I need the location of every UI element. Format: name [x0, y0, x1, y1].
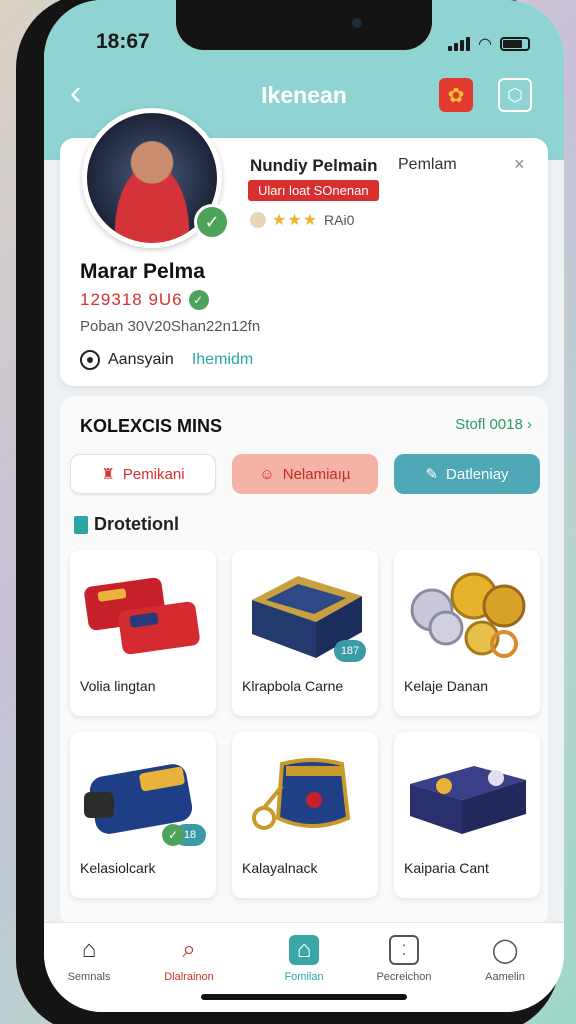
nav-item-aamelin[interactable]: ◯ Aamelin: [460, 935, 550, 984]
collection-title: KOLEXCIS MINS: [80, 416, 223, 436]
phone-frame: 18:67 ◠ ‹ Ikenean ✿ ⬡ ✓ Nundiy Pelmain P…: [16, 0, 564, 1024]
rating-text: RAi0: [324, 212, 355, 228]
tag-icon: ✎: [425, 466, 439, 483]
filter-chips: ♜ Pemikani ☺ Nelamiaıµ ✎ Datleniay: [70, 454, 540, 494]
radio-icon[interactable]: [80, 350, 100, 370]
profile-row-link[interactable]: Ihemidm: [192, 351, 253, 369]
profile-details: Poban 30V20Shan22n12fn: [80, 318, 261, 335]
status-badge: Uları loat SOnenan: [248, 180, 379, 201]
item-name: Kelasiolcark: [80, 860, 156, 876]
crown-icon: [252, 758, 351, 830]
chip-label: Pemikani: [122, 465, 185, 483]
camera-icon: [352, 18, 362, 28]
item-name: Kaiparia Cant: [404, 860, 489, 876]
nav-label: Aamelin: [485, 971, 525, 983]
chip-nelamiaiu[interactable]: ☺ Nelamiaıµ: [232, 454, 378, 494]
nav-item-dlalrainon[interactable]: ⌕ Dlalrainon: [144, 935, 234, 983]
chip-label: Datleniay: [446, 465, 509, 483]
coins-icon: [410, 572, 526, 658]
smile-icon: ☺: [259, 465, 275, 483]
wifi-icon: ◠: [478, 36, 492, 53]
item-grid: Volia lingtan 187 Klrapbola Carne Kelaje…: [70, 550, 540, 898]
check-icon: ✓: [188, 290, 209, 310]
profile-name-top: Nundiy Pelmain: [250, 156, 378, 175]
chip-datleniay[interactable]: ✎ Datleniay: [394, 454, 540, 494]
signal-icon: [448, 37, 471, 51]
section-label-text: Drotetionl: [94, 514, 179, 534]
notch: [176, 0, 432, 50]
item-name: Volia lingtan: [80, 678, 156, 694]
profile-row-label: Aansyain: [108, 351, 174, 368]
item-card[interactable]: 18 ✓ Kelasiolcark: [70, 732, 216, 898]
item-name: Klrapbola Carne: [242, 678, 344, 694]
nav-label: Fomilan: [284, 971, 324, 983]
check-icon: ✓: [162, 824, 184, 846]
home-active-icon: ⌂: [289, 935, 319, 965]
red-cases-icon: [84, 577, 200, 655]
rating-dot-icon: [250, 212, 266, 228]
nav-label: Semnals: [67, 971, 111, 983]
profile-side-label: Pemlam: [398, 156, 457, 173]
item-card[interactable]: Volia lingtan: [70, 550, 216, 716]
status-time: 18:67: [96, 30, 150, 53]
section-label: Drotetionl: [74, 514, 179, 535]
box-icon[interactable]: ⬡: [498, 78, 532, 112]
count-badge: 187: [334, 640, 366, 662]
square-face-icon: ⁚: [389, 935, 419, 965]
home-icon: ⌂: [81, 936, 97, 963]
item-name: Kalayalnack: [242, 860, 318, 876]
profile-name: Marar Pelma: [80, 260, 205, 283]
item-card[interactable]: 187 Klrapbola Carne: [232, 550, 378, 716]
profile-id-text: 129318 9U6: [80, 290, 183, 309]
battery-icon: [500, 37, 530, 51]
app-title: Ikenean: [261, 82, 347, 108]
home-indicator[interactable]: [201, 994, 407, 1000]
item-card[interactable]: Kelaje Danan: [394, 550, 540, 716]
rating: ★★★ RAi0: [250, 210, 354, 230]
bookmark-icon: [74, 515, 88, 534]
trophy-icon: ♜: [101, 466, 115, 483]
see-all-link[interactable]: Stofl 0018 ›: [455, 416, 532, 433]
profile-card: ✓ Nundiy Pelmain Pemlam × Uları loat SOn…: [60, 108, 548, 386]
nav-label: Dlalrainon: [164, 971, 214, 983]
person-icon: ◯: [491, 936, 519, 964]
chip-label: Nelamiaıµ: [282, 465, 351, 483]
search-icon: ⌕: [182, 936, 196, 963]
status-icons: ◠: [448, 34, 530, 54]
nav-item-pecreichon[interactable]: ⁚ Pecreichon: [359, 935, 449, 983]
nav-item-semnals[interactable]: ⌂ Semnals: [44, 935, 134, 983]
notification-icon[interactable]: ✿: [439, 78, 473, 112]
profile-id: 129318 9U6 ✓: [80, 290, 209, 310]
profile-row[interactable]: Aansyain Ihemidm: [80, 350, 253, 370]
card-box-icon: [410, 766, 526, 834]
collection-card: KOLEXCIS MINS Stofl 0018 › ♜ Pemikani ☺ …: [60, 396, 548, 926]
nav-item-fomilan[interactable]: ⌂ Fomilan: [259, 935, 349, 983]
item-card[interactable]: Kaiparia Cant: [394, 732, 540, 898]
chip-pemikani[interactable]: ♜ Pemikani: [70, 454, 216, 494]
nav-label: Pecreichon: [376, 971, 432, 983]
star-icons: ★★★: [272, 212, 319, 229]
item-name: Kelaje Danan: [404, 678, 489, 694]
item-card[interactable]: Kalayalnack: [232, 732, 378, 898]
close-icon[interactable]: ×: [514, 154, 525, 175]
verified-check-icon: ✓: [194, 204, 230, 240]
screen: 18:67 ◠ ‹ Ikenean ✿ ⬡ ✓ Nundiy Pelmain P…: [44, 0, 564, 1012]
